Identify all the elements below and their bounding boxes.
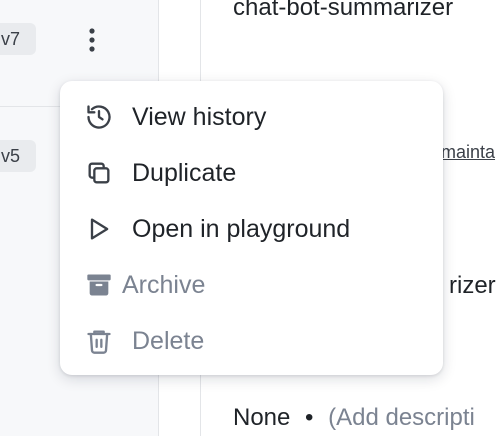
menu-item-label: Archive	[122, 270, 206, 299]
kebab-icon	[89, 28, 95, 52]
history-icon	[85, 103, 113, 131]
trash-icon	[85, 327, 113, 355]
description-value: None	[233, 404, 291, 431]
menu-item-archive[interactable]: Archive	[60, 257, 443, 313]
prompt-title: chat-bot-summarizer	[233, 0, 454, 21]
more-options-button[interactable]	[76, 24, 108, 56]
version-badge: v7	[0, 23, 36, 55]
menu-item-view-history[interactable]: View history	[60, 89, 443, 145]
menu-item-label: View history	[132, 102, 267, 131]
menu-item-label: Delete	[132, 326, 205, 355]
add-description-link[interactable]: (Add descripti	[328, 404, 475, 431]
version-badge: v5	[0, 140, 36, 172]
play-icon	[85, 215, 113, 243]
archive-icon	[85, 271, 113, 299]
menu-item-open-in-playground[interactable]: Open in playground	[60, 201, 443, 257]
menu-item-duplicate[interactable]: Duplicate	[60, 145, 443, 201]
description-line: None • (Add descripti	[233, 404, 475, 432]
owner-link[interactable]: mainta	[441, 142, 495, 163]
separator-bullet: •	[305, 404, 314, 431]
prompt-name: rizer	[449, 272, 496, 299]
menu-item-label: Duplicate	[132, 158, 237, 187]
version-row[interactable]: v7	[0, 0, 158, 87]
duplicate-icon	[85, 159, 113, 187]
context-menu: View history Duplicate Open in playgroun…	[60, 81, 443, 375]
menu-item-delete[interactable]: Delete	[60, 313, 443, 369]
menu-item-label: Open in playground	[132, 214, 351, 243]
